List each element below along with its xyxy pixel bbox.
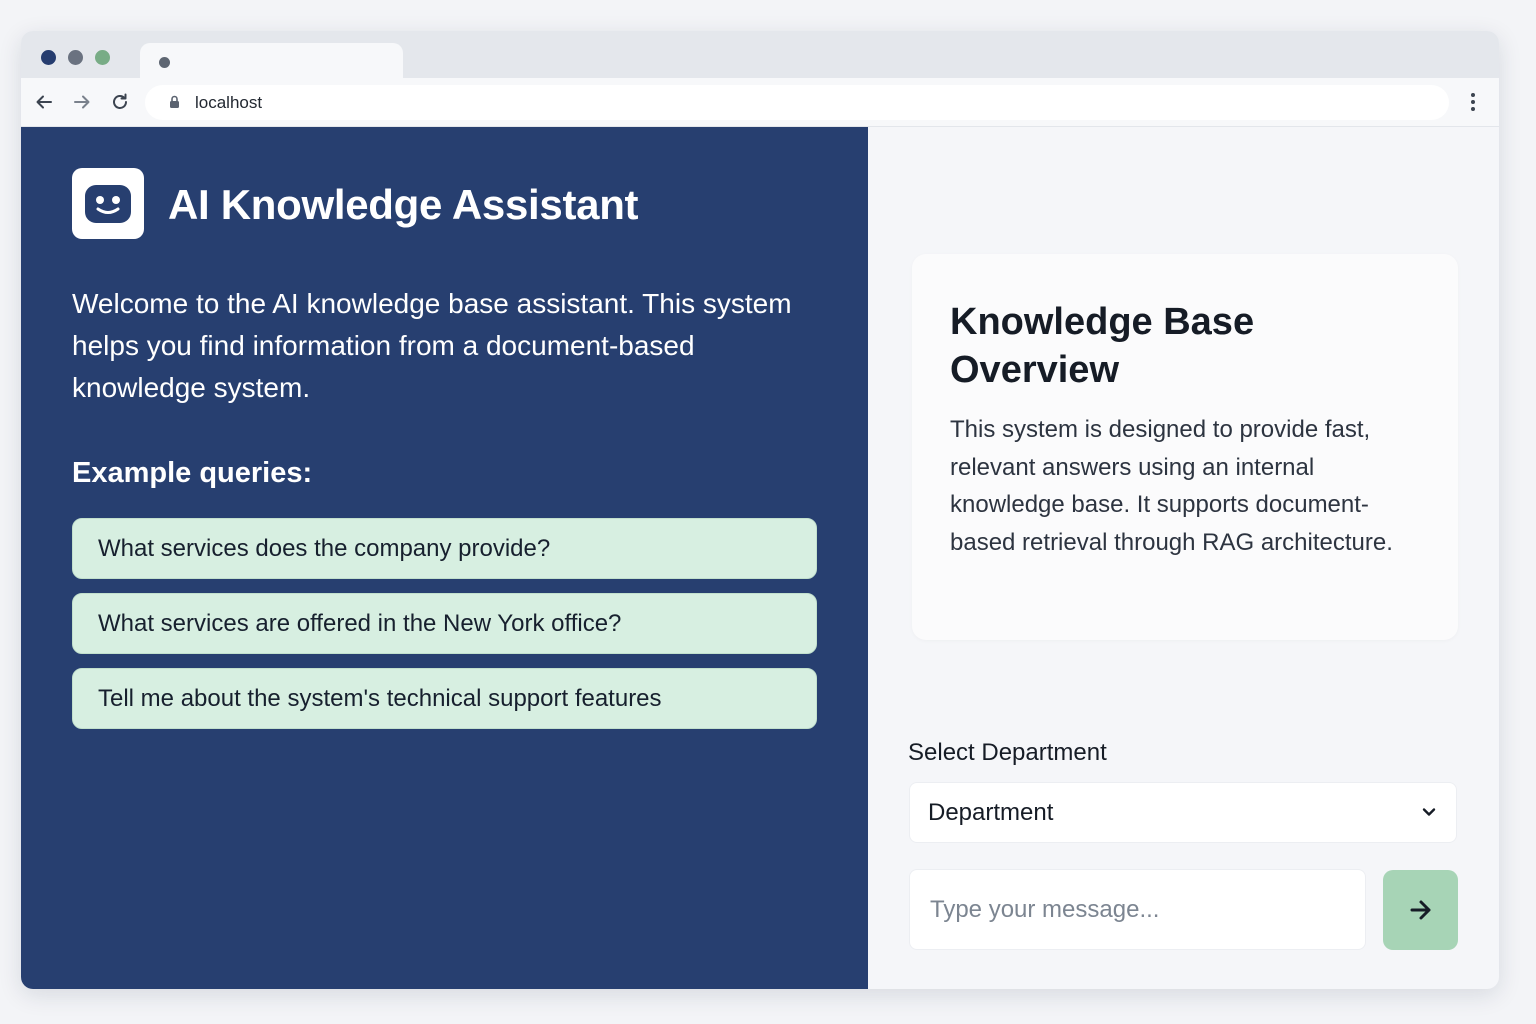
department-label: Select Department [908,739,1107,766]
example-query-button[interactable]: Tell me about the system's technical sup… [72,668,817,729]
message-input[interactable] [909,869,1366,950]
department-selected-value: Department [928,799,1054,826]
robot-face-icon [85,184,131,223]
example-query-button[interactable]: What services are offered in the New Yor… [72,593,817,654]
chevron-down-icon [1422,808,1436,816]
overview-body: This system is designed to provide fast,… [950,416,1393,556]
lock-icon [170,95,179,108]
favicon-icon [159,57,170,68]
sidebar-panel: AI Knowledge Assistant Welcome to the AI… [21,127,868,989]
back-button[interactable] [30,88,58,116]
address-bar[interactable]: localhost [145,85,1449,120]
overview-title: Knowledge Base Overview [950,301,1255,391]
department-select[interactable]: Department [909,782,1457,843]
window-maximize-dot[interactable] [95,50,110,65]
welcome-text: Welcome to the AI knowledge base assista… [72,288,792,403]
url-text: localhost [195,93,263,112]
window-close-dot[interactable] [41,50,56,65]
kebab-menu-icon [1471,93,1475,111]
send-button[interactable] [1383,870,1458,950]
browser-window: localhost AI Knowledge Assistant Welcome… [21,31,1499,989]
browser-toolbar: localhost [21,78,1499,127]
browser-tab[interactable] [140,43,403,78]
arrow-left-icon [36,95,52,109]
tab-bar [21,31,1499,78]
forward-button[interactable] [68,88,96,116]
example-queries-heading: Example queries: [72,457,313,489]
app-title: AI Knowledge Assistant [168,181,639,228]
example-query-button[interactable]: What services does the company provide? [72,518,817,579]
reload-button[interactable] [106,88,134,116]
reload-icon [113,93,127,109]
browser-menu-button[interactable] [1459,88,1487,116]
example-queries-list: What services does the company provide? … [72,518,817,743]
overview-card: Knowledge Base Overview This system is d… [912,254,1458,640]
window-minimize-dot[interactable] [68,50,83,65]
app-logo [72,168,144,239]
arrow-right-icon [74,95,90,109]
arrow-right-icon [1410,900,1430,920]
